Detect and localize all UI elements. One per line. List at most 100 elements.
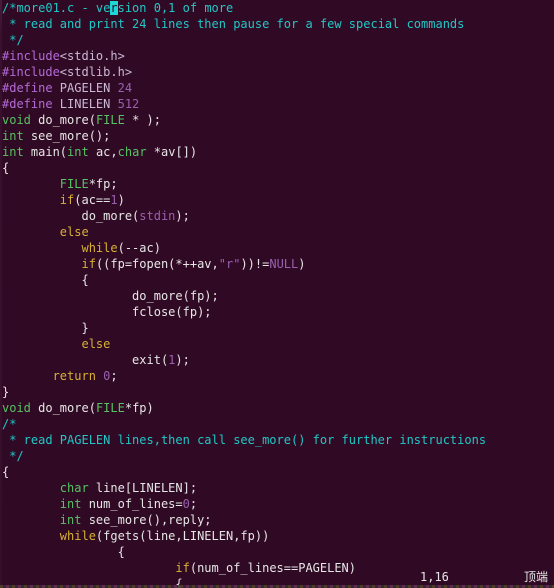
code-token: see_more(),reply;	[81, 513, 212, 527]
code-line[interactable]: /*more01.c - version 0,1 of more	[0, 0, 554, 16]
code-line[interactable]: else	[0, 336, 554, 352]
code-line[interactable]: int see_more();	[0, 128, 554, 144]
code-token: * read PAGELEN lines,then call see_more(…	[2, 433, 487, 447]
code-token: char	[117, 145, 147, 159]
code-line[interactable]: * read and print 24 lines then pause for…	[0, 16, 554, 32]
code-line[interactable]: if(ac==1)	[0, 192, 554, 208]
code-line[interactable]: */	[0, 32, 554, 48]
code-token: */	[2, 33, 24, 47]
code-token: 24	[132, 17, 147, 31]
code-token: exit(	[2, 353, 169, 367]
code-line[interactable]: int main(int ac,char *av[])	[0, 144, 554, 160]
code-token: {	[2, 545, 125, 559]
code-token: see_more();	[23, 129, 111, 143]
code-token: 1	[110, 193, 118, 207]
code-token: }	[2, 385, 10, 399]
code-token: int	[67, 145, 89, 159]
code-token: (--ac)	[117, 241, 161, 255]
code-line[interactable]: {	[0, 544, 554, 560]
code-line[interactable]: while(--ac)	[0, 240, 554, 256]
code-line[interactable]: /*	[0, 416, 554, 432]
code-line[interactable]: }	[0, 320, 554, 336]
code-line[interactable]: }	[0, 384, 554, 400]
code-line[interactable]: {	[0, 160, 554, 176]
code-token: #include	[2, 65, 60, 79]
code-token: 24	[117, 81, 133, 95]
code-token: ((fp=fopen(*++av,	[95, 257, 219, 271]
code-line[interactable]: FILE*fp;	[0, 176, 554, 192]
code-token: lines then pause for a few special comma…	[146, 17, 465, 31]
code-token: 0	[182, 497, 190, 511]
code-line[interactable]: void do_more(FILE * );	[0, 112, 554, 128]
code-token: #define	[2, 81, 53, 95]
code-token: 512	[117, 97, 140, 111]
code-line[interactable]: do_more(stdin);	[0, 208, 554, 224]
code-token: line[LINELEN];	[88, 481, 198, 495]
code-token: LINELEN	[52, 97, 118, 111]
code-line[interactable]: */	[0, 448, 554, 464]
code-line[interactable]: {	[0, 464, 554, 480]
code-line[interactable]: while(fgets(line,LINELEN,fp))	[0, 528, 554, 544]
code-token: {	[2, 465, 10, 479]
code-token: }	[2, 321, 89, 335]
code-token: #include	[2, 49, 60, 63]
code-token: /*more01.c - ve	[2, 1, 111, 15]
code-token: )	[117, 193, 125, 207]
code-line[interactable]: #include<stdio.h>	[0, 48, 554, 64]
code-line[interactable]: if((fp=fopen(*++av,"r"))!=NULL)	[0, 256, 554, 272]
code-token: int	[59, 497, 82, 511]
code-line[interactable]: fclose(fp);	[0, 304, 554, 320]
code-token: do_more(	[2, 209, 140, 223]
code-line[interactable]: do_more(fp);	[0, 288, 554, 304]
code-token: if	[59, 193, 75, 207]
code-line[interactable]: * read PAGELEN lines,then call see_more(…	[0, 432, 554, 448]
code-line[interactable]: else	[0, 224, 554, 240]
code-token: * read and print	[2, 17, 133, 31]
code-token: while	[81, 241, 118, 255]
code-line[interactable]: char line[LINELEN];	[0, 480, 554, 496]
code-token: */	[2, 449, 24, 463]
code-token: ac,	[88, 145, 118, 159]
code-line[interactable]: void do_more(FILE*fp)	[0, 400, 554, 416]
vim-text-buffer[interactable]: /*more01.c - version 0,1 of more * read …	[0, 0, 554, 588]
code-token: PAGELEN	[52, 81, 118, 95]
code-line[interactable]: {	[0, 272, 554, 288]
code-token: ;	[110, 369, 118, 383]
code-line[interactable]: #define PAGELEN 24	[0, 80, 554, 96]
code-token: (ac==	[74, 193, 111, 207]
code-line[interactable]: #define LINELEN 512	[0, 96, 554, 112]
code-token: FILE	[95, 113, 125, 127]
code-token: int	[2, 145, 24, 159]
code-line[interactable]: return 0;	[0, 368, 554, 384]
code-token: else	[59, 225, 89, 239]
code-line[interactable]: exit(1);	[0, 352, 554, 368]
code-token: <stdio.h>	[59, 49, 125, 63]
code-token: int	[2, 129, 24, 143]
code-token: /*	[2, 417, 17, 431]
code-token: fclose(fp);	[2, 305, 212, 319]
code-token: sion	[117, 1, 154, 15]
text-cursor: r	[110, 1, 118, 15]
code-token: void	[2, 401, 31, 415]
code-token: *fp)	[124, 401, 154, 415]
terminal-window[interactable]: /*more01.c - version 0,1 of more * read …	[0, 0, 554, 588]
code-token: )	[298, 257, 306, 271]
code-token: return	[52, 369, 96, 383]
code-line[interactable]: #include<stdlib.h>	[0, 64, 554, 80]
code-line[interactable]: int see_more(),reply;	[0, 512, 554, 528]
code-line[interactable]: int num_of_lines=0;	[0, 496, 554, 512]
code-token: *av[])	[146, 145, 198, 159]
code-token: *fp;	[88, 177, 118, 191]
code-token: (fgets(line,LINELEN,fp))	[95, 529, 270, 543]
